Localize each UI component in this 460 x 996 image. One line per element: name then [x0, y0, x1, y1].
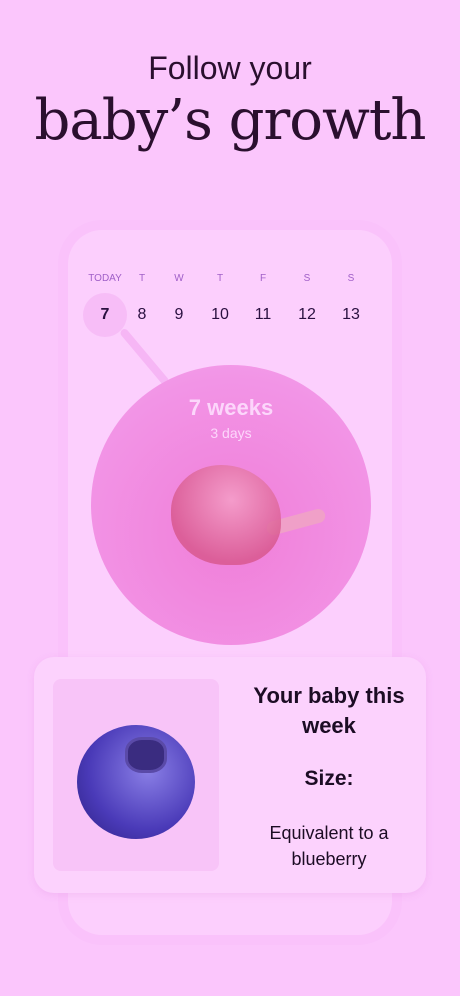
day-number[interactable]: 10	[198, 306, 242, 324]
headline-line2: baby’s growth	[34, 88, 427, 153]
day-number[interactable]: 13	[329, 306, 373, 324]
day-number[interactable]: 12	[285, 306, 329, 324]
day-label: F	[259, 273, 267, 284]
fruit-image-box	[53, 679, 219, 871]
weeks-label: 7 weeks	[188, 395, 274, 420]
baby-size-card: Your baby this week Size: Equivalent to …	[34, 657, 426, 893]
embryo-illustration	[171, 465, 281, 565]
day-label: S	[303, 273, 311, 284]
size-label: Size:	[304, 767, 354, 790]
blueberry-image	[77, 725, 195, 839]
day-number[interactable]: 9	[157, 306, 201, 324]
days-label: 3 days	[210, 425, 252, 441]
card-title: Your baby this week	[253, 683, 405, 738]
day-label: S	[347, 273, 355, 284]
growth-circle: 7 weeks 3 days	[91, 365, 371, 645]
blueberry-crown	[125, 737, 167, 773]
headline-line1: Follow your	[148, 50, 312, 86]
size-value: Equivalent to a blueberry	[269, 823, 389, 869]
day-label: W	[174, 273, 184, 284]
day-number[interactable]: 11	[241, 306, 285, 324]
today-connector	[118, 327, 171, 387]
day-label: T	[216, 273, 224, 284]
